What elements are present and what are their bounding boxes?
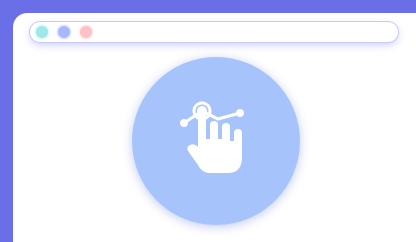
window-titlebar xyxy=(30,22,398,42)
window-dot-pink[interactable] xyxy=(80,26,92,38)
window-dot-blue[interactable] xyxy=(58,26,70,38)
browser-window xyxy=(13,13,416,242)
background xyxy=(0,0,416,242)
hero-circle xyxy=(132,57,300,225)
touch-hand-gesture-icon xyxy=(180,101,244,173)
window-dot-teal[interactable] xyxy=(36,26,48,38)
